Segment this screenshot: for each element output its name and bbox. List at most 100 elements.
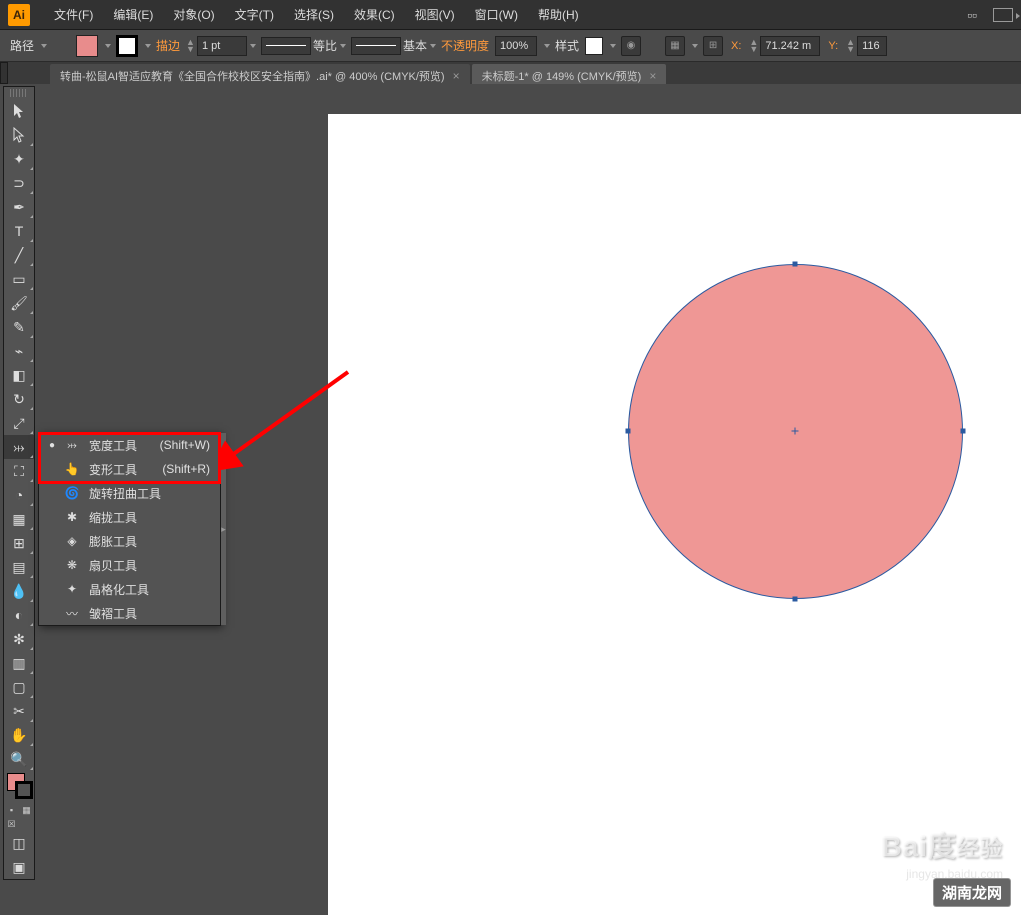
symbol-sprayer-tool[interactable]: ✻: [4, 627, 34, 651]
draw-mode[interactable]: ◫: [4, 831, 34, 855]
document-tab[interactable]: 转曲-松鼠AI智适应教育《全国合作校校区安全指南》.ai* @ 400% (CM…: [50, 64, 470, 84]
y-input[interactable]: [857, 36, 887, 56]
flyout-scallop-tool[interactable]: ❋ 扇贝工具: [39, 553, 220, 577]
menu-object[interactable]: 对象(O): [163, 6, 224, 23]
recolor-icon[interactable]: ◉: [621, 36, 641, 56]
stroke-color[interactable]: [15, 781, 33, 799]
line-tool[interactable]: ╱: [4, 243, 34, 267]
anchor-center[interactable]: [793, 429, 798, 434]
direct-selection-tool[interactable]: [4, 123, 34, 147]
crystallize-icon: ✦: [63, 582, 81, 596]
menu-view[interactable]: 视图(V): [405, 6, 465, 23]
workspace-switcher[interactable]: [993, 8, 1013, 22]
eyedropper-tool[interactable]: 💧: [4, 579, 34, 603]
gradient-mode[interactable]: ▦: [19, 803, 34, 817]
sync-icon[interactable]: ▫▫: [967, 7, 977, 23]
menu-edit[interactable]: 编辑(E): [103, 6, 163, 23]
stroke-weight-input[interactable]: [197, 36, 247, 56]
pen-tool[interactable]: ✒: [4, 195, 34, 219]
fill-stroke-control[interactable]: [4, 771, 34, 803]
flyout-warp-tool[interactable]: 👆 变形工具 (Shift+R): [39, 457, 220, 481]
panel-grip[interactable]: [10, 89, 28, 97]
scale-tool[interactable]: ⤢: [4, 411, 34, 435]
style-dropdown[interactable]: [610, 44, 616, 48]
anchor-bottom[interactable]: [793, 597, 798, 602]
menu-select[interactable]: 选择(S): [284, 6, 344, 23]
blob-brush-tool[interactable]: ⌁: [4, 339, 34, 363]
x-input[interactable]: [760, 36, 820, 56]
menu-window[interactable]: 窗口(W): [465, 6, 528, 23]
rotate-tool[interactable]: ↻: [4, 387, 34, 411]
selection-dropdown[interactable]: [41, 44, 47, 48]
document-tabs: 转曲-松鼠AI智适应教育《全国合作校校区安全指南》.ai* @ 400% (CM…: [0, 62, 1021, 84]
flyout-wrinkle-tool[interactable]: 〰 皱褶工具: [39, 601, 220, 625]
document-tab[interactable]: 未标题-1* @ 149% (CMYK/预览) ×: [472, 64, 667, 84]
flyout-tearoff[interactable]: ▸: [220, 433, 226, 625]
width-tool[interactable]: ⤔: [4, 435, 34, 459]
gradient-tool[interactable]: ▤: [4, 555, 34, 579]
column-graph-tool[interactable]: ▥: [4, 651, 34, 675]
align-dropdown[interactable]: [692, 44, 698, 48]
warp-icon: 👆: [63, 462, 81, 476]
magic-wand-tool[interactable]: ✦: [4, 147, 34, 171]
blend-tool[interactable]: ◐: [4, 603, 34, 627]
flyout-bloat-tool[interactable]: ◈ 膨胀工具: [39, 529, 220, 553]
screen-mode[interactable]: ▣: [4, 855, 34, 879]
menu-bar: Ai 文件(F) 编辑(E) 对象(O) 文字(T) 选择(S) 效果(C) 视…: [0, 0, 1021, 30]
mesh-tool[interactable]: ⊞: [4, 531, 34, 555]
opacity-input[interactable]: [495, 36, 537, 56]
width-icon: ⤔: [63, 438, 81, 452]
stroke-label[interactable]: 描边: [156, 37, 180, 54]
perspective-tool[interactable]: ▦: [4, 507, 34, 531]
zoom-tool[interactable]: 🔍: [4, 747, 34, 771]
selection-tool[interactable]: [4, 99, 34, 123]
eraser-tool[interactable]: ◧: [4, 363, 34, 387]
app-logo: Ai: [8, 4, 30, 26]
slice-tool[interactable]: ✂: [4, 699, 34, 723]
pencil-tool[interactable]: ✎: [4, 315, 34, 339]
menu-effect[interactable]: 效果(C): [344, 6, 405, 23]
artboard-tool[interactable]: ▢: [4, 675, 34, 699]
opacity-label[interactable]: 不透明度: [441, 37, 489, 54]
tab-close-icon[interactable]: ×: [649, 69, 656, 83]
stroke-dropdown[interactable]: [145, 44, 151, 48]
tab-title: 转曲-松鼠AI智适应教育《全国合作校校区安全指南》.ai* @ 400% (CM…: [60, 68, 445, 84]
flyout-label: 扇贝工具: [89, 557, 137, 574]
menu-help[interactable]: 帮助(H): [528, 6, 589, 23]
profile-preview[interactable]: [261, 37, 311, 55]
stroke-swatch[interactable]: [116, 35, 138, 57]
anchor-right[interactable]: [961, 429, 966, 434]
fill-swatch[interactable]: [76, 35, 98, 57]
lasso-tool[interactable]: ⊃: [4, 171, 34, 195]
anchor-top[interactable]: [793, 262, 798, 267]
free-transform-tool[interactable]: ⛶: [4, 459, 34, 483]
brush-preview[interactable]: [351, 37, 401, 55]
rectangle-tool[interactable]: ▭: [4, 267, 34, 291]
flyout-twirl-tool[interactable]: 🌀 旋转扭曲工具: [39, 481, 220, 505]
style-swatch[interactable]: [585, 37, 603, 55]
type-tool[interactable]: T: [4, 219, 34, 243]
flyout-pucker-tool[interactable]: ✱ 缩拢工具: [39, 505, 220, 529]
collapsed-panel-strip[interactable]: [0, 62, 8, 84]
stroke-weight-dropdown[interactable]: [250, 44, 256, 48]
menu-file[interactable]: 文件(F): [44, 6, 103, 23]
brush-dropdown[interactable]: [430, 44, 436, 48]
menu-type[interactable]: 文字(T): [225, 6, 284, 23]
none-mode[interactable]: ☒: [4, 817, 19, 831]
flyout-shortcut: (Shift+R): [162, 462, 210, 476]
align-icon[interactable]: ▦: [665, 36, 685, 56]
hand-tool[interactable]: ✋: [4, 723, 34, 747]
shape-builder-tool[interactable]: ◔: [4, 483, 34, 507]
flyout-width-tool[interactable]: ● ⤔ 宽度工具 (Shift+W): [39, 433, 220, 457]
transform-icon[interactable]: ⊞: [703, 36, 723, 56]
anchor-left[interactable]: [626, 429, 631, 434]
style-label[interactable]: 样式: [555, 37, 579, 54]
profile-dropdown[interactable]: [340, 44, 346, 48]
opacity-dropdown[interactable]: [544, 44, 550, 48]
flyout-crystallize-tool[interactable]: ✦ 晶格化工具: [39, 577, 220, 601]
scallop-icon: ❋: [63, 558, 81, 572]
tab-close-icon[interactable]: ×: [453, 69, 460, 83]
paintbrush-tool[interactable]: 🖌: [4, 291, 34, 315]
fill-dropdown[interactable]: [105, 44, 111, 48]
color-mode[interactable]: ▪: [4, 803, 19, 817]
